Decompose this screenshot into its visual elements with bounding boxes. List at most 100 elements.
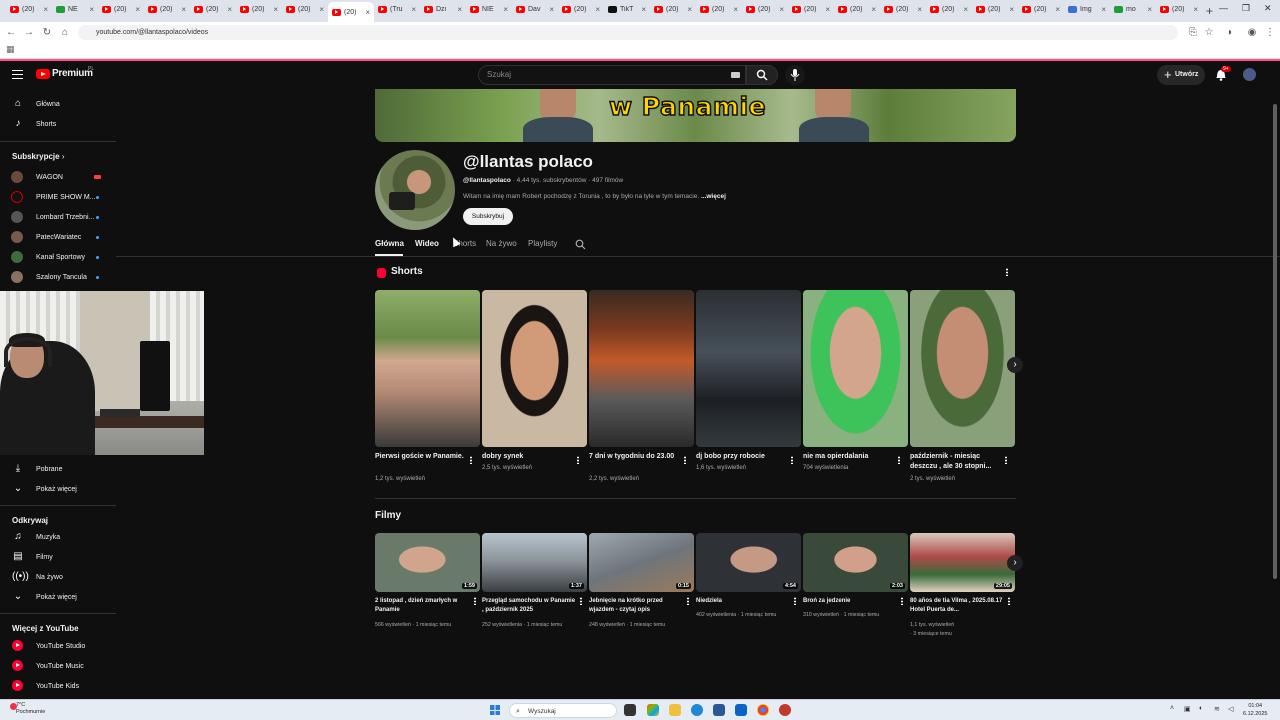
more-options-icon[interactable] [577,456,579,464]
more-options-icon[interactable] [794,597,796,605]
more-options-icon[interactable] [1008,597,1010,605]
back-icon[interactable]: ← [2,27,20,38]
close-tab-icon[interactable]: × [779,5,784,14]
browser-tab[interactable]: TikT × [604,0,650,18]
mail-icon[interactable] [735,704,747,716]
close-tab-icon[interactable]: × [687,5,692,14]
video-title[interactable]: Broń za jedzenie [803,597,897,606]
browser-tab[interactable]: (20) × [788,0,834,18]
browser-tab[interactable]: (20) × [282,0,328,18]
sidebar-show-more[interactable]: ⌄ Pokaż więcej [0,479,116,499]
browser-tab[interactable]: Dzi × [420,0,466,18]
channel-avatar-large[interactable] [375,150,455,230]
browser-tab[interactable]: (20) × [328,2,374,22]
sidebar-item-movies[interactable]: ▤ Filmy [0,547,116,567]
more-options-icon[interactable] [1005,456,1007,464]
short-thumbnail[interactable] [375,290,480,447]
tab-home[interactable]: Główna [375,239,404,248]
sidebar-sub-item[interactable]: PRIME SHOW M... [0,187,116,207]
short-thumbnail[interactable] [910,290,1015,447]
store-icon[interactable] [713,704,725,716]
browser-tab[interactable]: (20) × [1018,0,1064,18]
tray-chevron-icon[interactable]: ˄ [1170,705,1174,712]
sidebar-item-live[interactable]: ((•)) Na żywo [0,567,116,587]
app-icon[interactable] [779,704,791,716]
channel-description[interactable]: Witam na imię mam Robert pochodzę z Toru… [463,193,726,200]
video-title[interactable]: 2 listopad , dzień zmarłych w Panamie [375,597,469,615]
more-options-icon[interactable] [1006,268,1008,276]
subscriptions-header[interactable]: Subskrypcje › [12,152,64,161]
browser-tab[interactable]: (20) × [696,0,742,18]
file-explorer-icon[interactable] [669,704,681,716]
short-title[interactable]: nie ma opierdalania [803,452,895,462]
sidebar-item-youtube-music[interactable]: YouTube Music [0,656,116,676]
more-options-icon[interactable] [898,456,900,464]
browser-tab[interactable]: (20) × [742,0,788,18]
browser-tab[interactable]: (20) × [880,0,926,18]
task-view-icon[interactable] [624,704,636,716]
sidebar-item-music[interactable]: ♫ Muzyka [0,527,116,547]
sidebar-item-youtube-kids[interactable]: YouTube Kids [0,676,116,696]
video-title[interactable]: Jebnięcie na krótko przed wjazdem - czyt… [589,597,683,615]
sidebar-item-shorts[interactable]: ♪ Shorts [0,114,116,134]
keyboard-icon[interactable] [731,72,740,78]
close-tab-icon[interactable]: × [135,5,140,14]
sidebar-item-downloads[interactable]: ⤓ Pobrane [0,459,116,479]
more-options-icon[interactable] [474,597,476,605]
more-options-icon[interactable] [687,597,689,605]
browser-tab[interactable]: (20) × [144,0,190,18]
sidebar-sub-item[interactable]: WAGON [0,167,116,187]
extension-icon[interactable]: ◑ [1220,27,1238,38]
close-tab-icon[interactable]: × [89,5,94,14]
short-thumbnail[interactable] [482,290,587,447]
close-tab-icon[interactable]: × [1193,5,1198,14]
menu-dots-icon[interactable]: ⋮ [1261,27,1279,38]
more-options-icon[interactable] [791,456,793,464]
sidebar-sub-item[interactable]: PatecWariatec [0,227,116,247]
create-button[interactable]: + Utwórz [1157,65,1205,85]
url-field[interactable]: youtube.com/@llantaspolaco/videos [78,25,1178,40]
close-tab-icon[interactable]: × [227,5,232,14]
shorts-next-button[interactable]: › [1007,357,1023,373]
close-tab-icon[interactable]: × [595,5,600,14]
more-options-icon[interactable] [580,597,582,605]
close-tab-icon[interactable]: × [733,5,738,14]
close-tab-icon[interactable]: × [549,5,554,14]
close-tab-icon[interactable]: × [457,5,462,14]
short-thumbnail[interactable] [589,290,694,447]
browser-tab[interactable]: (20) × [972,0,1018,18]
video-thumbnail[interactable]: 2:03 [803,533,908,592]
edge-browser-icon[interactable] [691,704,703,716]
sidebar-sub-item[interactable]: Szalony Tancula [0,267,116,287]
close-tab-icon[interactable]: × [273,5,278,14]
browser-tab[interactable]: NIE × [466,0,512,18]
weather-widget[interactable]: 7°C Pochmurnie [16,702,45,716]
tab-live[interactable]: Na żywo [486,239,517,248]
browser-tab[interactable]: (Tru × [374,0,420,18]
channel-search-icon[interactable] [575,239,586,250]
close-tab-icon[interactable]: × [917,5,922,14]
close-tab-icon[interactable]: × [1009,5,1014,14]
close-tab-icon[interactable]: × [1147,5,1152,14]
short-thumbnail[interactable] [696,290,801,447]
browser-tab[interactable]: (20) × [834,0,880,18]
subscribe-button[interactable]: Subskrybuj [463,208,513,225]
browser-tab[interactable]: (20) × [926,0,972,18]
windows-start-icon[interactable] [490,705,500,715]
hamburger-menu-icon[interactable] [12,70,23,79]
new-tab-button[interactable]: + [1206,4,1213,18]
tab-playlists[interactable]: Playlisty [528,239,557,248]
browser-tab[interactable]: (20) × [558,0,604,18]
youtube-premium-logo[interactable]: Premium [52,68,93,79]
taskbar-search[interactable]: ⌕ Wyszukaj [509,703,617,718]
more-options-icon[interactable] [901,597,903,605]
close-window-icon[interactable]: ✕ [1264,3,1272,14]
videos-next-button[interactable]: › [1007,555,1023,571]
close-tab-icon[interactable]: × [411,5,416,14]
forward-icon[interactable]: → [20,27,38,38]
close-tab-icon[interactable]: × [319,5,324,14]
video-thumbnail[interactable]: 4:54 [696,533,801,592]
tray-app-icon[interactable]: ◐ [1199,705,1203,712]
browser-tab[interactable]: mo × [1110,0,1156,18]
profile-icon[interactable]: ◉ [1243,27,1261,38]
